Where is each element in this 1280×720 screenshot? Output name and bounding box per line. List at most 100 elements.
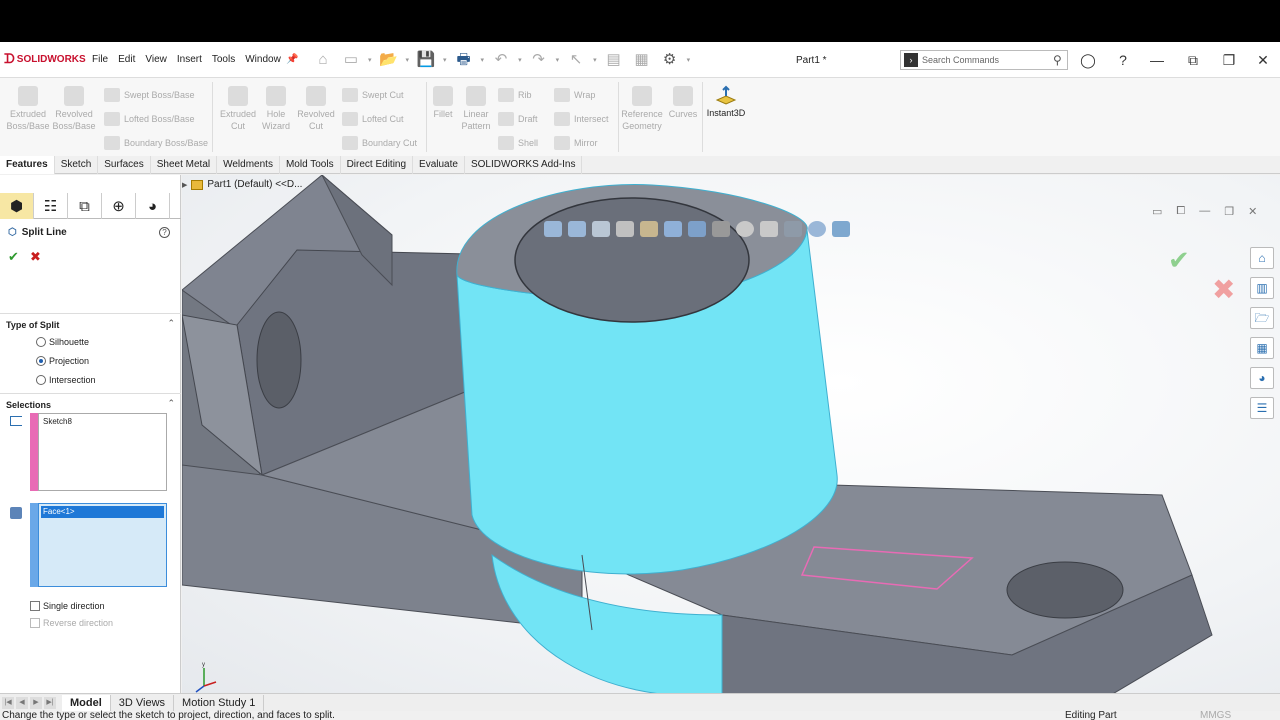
solidworks-resources-icon[interactable]: ⌂ bbox=[1250, 247, 1274, 269]
file-properties-icon[interactable]: ▦ bbox=[631, 50, 653, 70]
confirmation-corner-ok-icon[interactable]: ✔ bbox=[1168, 245, 1190, 276]
sketch-selection-box[interactable]: Sketch8 bbox=[38, 413, 167, 491]
dynamic-annotation-icon[interactable] bbox=[640, 221, 658, 237]
radio-intersection[interactable]: Intersection bbox=[36, 375, 96, 385]
linear-pattern-button[interactable]: Linear Pattern bbox=[456, 86, 496, 132]
tab-surfaces[interactable]: Surfaces bbox=[98, 156, 151, 174]
viewport-restore-icon[interactable]: ❐ bbox=[1224, 205, 1234, 218]
appearances-icon[interactable]: ◕ bbox=[1250, 367, 1274, 389]
rebuild-icon[interactable]: ▤ bbox=[603, 50, 625, 70]
list-item-face[interactable]: Face<1> bbox=[41, 506, 164, 518]
hole-wizard-button[interactable]: Hole Wizard bbox=[256, 86, 296, 132]
last-tab-arrow-icon[interactable]: ▶| bbox=[44, 696, 56, 709]
tab-sketch[interactable]: Sketch bbox=[55, 156, 99, 174]
viewport-close-icon[interactable]: ✕ bbox=[1248, 205, 1257, 218]
feature-manager-tab-icon[interactable]: ⬢ bbox=[0, 193, 34, 219]
confirmation-corner-cancel-icon[interactable]: ✖ bbox=[1212, 273, 1235, 306]
curves-button[interactable]: Curves bbox=[666, 86, 700, 120]
side-hole[interactable] bbox=[256, 311, 302, 409]
tab-model[interactable]: Model bbox=[62, 694, 111, 711]
viewport-minimize-icon[interactable]: — bbox=[1199, 205, 1210, 218]
zoom-to-area-icon[interactable] bbox=[568, 221, 586, 237]
edit-appearance-icon[interactable] bbox=[736, 221, 754, 237]
solidworks-logo[interactable]: ᗪ SOLIDWORKS bbox=[4, 52, 86, 67]
tab-motion-study[interactable]: Motion Study 1 bbox=[174, 694, 265, 711]
print-icon[interactable]: 🖶 bbox=[453, 50, 475, 70]
search-commands-field[interactable]: › Search Commands ⚲ bbox=[900, 50, 1068, 70]
file-explorer-icon[interactable]: 🗁 bbox=[1250, 307, 1274, 329]
undo-icon[interactable]: ↶ bbox=[490, 50, 512, 70]
display-manager-tab-icon[interactable]: ◕ bbox=[136, 193, 170, 219]
close-button[interactable]: ✕ bbox=[1252, 50, 1274, 70]
first-tab-arrow-icon[interactable]: |◀ bbox=[2, 696, 14, 709]
next-tab-arrow-icon[interactable]: ▶ bbox=[30, 696, 42, 709]
cancel-x-icon[interactable]: ✖ bbox=[30, 249, 41, 265]
section-view-icon[interactable] bbox=[616, 221, 634, 237]
swept-cut-button[interactable]: Swept Cut bbox=[342, 88, 404, 102]
extruded-cut-button[interactable]: Extruded Cut bbox=[216, 86, 260, 132]
dimxpert-manager-tab-icon[interactable]: ⊕ bbox=[102, 193, 136, 219]
boundary-boss-button[interactable]: Boundary Boss/Base bbox=[104, 136, 208, 150]
fillet-button[interactable]: Fillet bbox=[430, 86, 456, 120]
hide-show-items-icon[interactable] bbox=[712, 221, 730, 237]
ok-check-icon[interactable]: ✔ bbox=[8, 249, 19, 265]
view-settings-icon[interactable] bbox=[784, 221, 802, 237]
shell-button[interactable]: Shell bbox=[498, 136, 538, 150]
collapse-chevron-icon[interactable]: ⌃ bbox=[167, 398, 175, 409]
user-account-icon[interactable]: ◯ bbox=[1077, 50, 1099, 70]
menu-file[interactable]: File bbox=[92, 54, 108, 65]
3d-part-model[interactable] bbox=[182, 175, 1280, 693]
tab-features[interactable]: Features bbox=[0, 156, 55, 174]
collapse-chevron-icon[interactable]: ⌃ bbox=[167, 318, 175, 329]
open-icon[interactable]: 📂 bbox=[378, 50, 400, 70]
view-palette-icon[interactable]: ▦ bbox=[1250, 337, 1274, 359]
select-icon[interactable]: ↖ bbox=[565, 50, 587, 70]
revolved-boss-button[interactable]: Revolved Boss/Base bbox=[52, 86, 96, 132]
feature-tree-flyout[interactable]: ▶ Part1 (Default) <<D... bbox=[182, 179, 302, 190]
prev-tab-arrow-icon[interactable]: ◀ bbox=[16, 696, 28, 709]
expand-arrow-icon[interactable]: ▶ bbox=[182, 181, 187, 189]
menu-tools[interactable]: Tools bbox=[212, 54, 235, 65]
tab-mold-tools[interactable]: Mold Tools bbox=[280, 156, 341, 174]
options-gear-icon[interactable]: ⚙ bbox=[659, 50, 681, 70]
extruded-boss-button[interactable]: Extruded Boss/Base bbox=[6, 86, 50, 132]
intersect-button[interactable]: Intersect bbox=[554, 112, 609, 126]
pin-icon[interactable]: 📌 bbox=[286, 54, 298, 65]
menu-insert[interactable]: Insert bbox=[177, 54, 202, 65]
boundary-cut-button[interactable]: Boundary Cut bbox=[342, 136, 417, 150]
triad-view-icon[interactable] bbox=[832, 221, 850, 237]
mirror-button[interactable]: Mirror bbox=[554, 136, 598, 150]
zoom-to-fit-icon[interactable] bbox=[544, 221, 562, 237]
previous-view-icon[interactable] bbox=[592, 221, 610, 237]
tab-direct-editing[interactable]: Direct Editing bbox=[341, 156, 414, 174]
configuration-manager-tab-icon[interactable]: ⧉ bbox=[68, 193, 102, 219]
realview-icon[interactable] bbox=[808, 221, 826, 237]
instant3d-button[interactable]: Instant3D bbox=[704, 84, 748, 118]
tab-evaluate[interactable]: Evaluate bbox=[413, 156, 465, 174]
home-icon[interactable]: ⌂ bbox=[312, 50, 334, 70]
single-direction-checkbox[interactable]: Single direction bbox=[30, 601, 105, 611]
radio-projection[interactable]: Projection bbox=[36, 356, 89, 366]
base-hole[interactable] bbox=[1006, 561, 1124, 619]
revolved-cut-button[interactable]: Revolved Cut bbox=[294, 86, 338, 132]
tab-sheet-metal[interactable]: Sheet Metal bbox=[151, 156, 218, 174]
units-indicator[interactable]: MMGS bbox=[1200, 711, 1231, 720]
search-icon[interactable]: ⚲ bbox=[1053, 53, 1067, 67]
minimize-button[interactable]: — bbox=[1146, 50, 1168, 70]
tab-solidworks-add-ins[interactable]: SOLIDWORKS Add-Ins bbox=[465, 156, 583, 174]
menu-window[interactable]: Window bbox=[245, 54, 281, 65]
reverse-direction-checkbox[interactable]: Reverse direction bbox=[30, 618, 113, 628]
tab-3d-views[interactable]: 3D Views bbox=[111, 694, 175, 711]
view-orientation-icon[interactable] bbox=[664, 221, 682, 237]
new-document-icon[interactable]: ▭ bbox=[340, 50, 362, 70]
property-manager-tab-icon[interactable]: ☷ bbox=[34, 193, 68, 219]
wrap-button[interactable]: Wrap bbox=[554, 88, 595, 102]
tab-weldments[interactable]: Weldments bbox=[217, 156, 280, 174]
menu-view[interactable]: View bbox=[145, 54, 167, 65]
draft-button[interactable]: Draft bbox=[498, 112, 538, 126]
graphics-area[interactable]: ▶ Part1 (Default) <<D... ▭ ⧠ — ❐ ✕ ✔ ✖ ⌂… bbox=[182, 175, 1280, 693]
reference-geometry-button[interactable]: Reference Geometry bbox=[620, 86, 664, 132]
menu-edit[interactable]: Edit bbox=[118, 54, 135, 65]
lofted-boss-button[interactable]: Lofted Boss/Base bbox=[104, 112, 195, 126]
restore-icon[interactable]: ⧉ bbox=[1182, 50, 1204, 70]
